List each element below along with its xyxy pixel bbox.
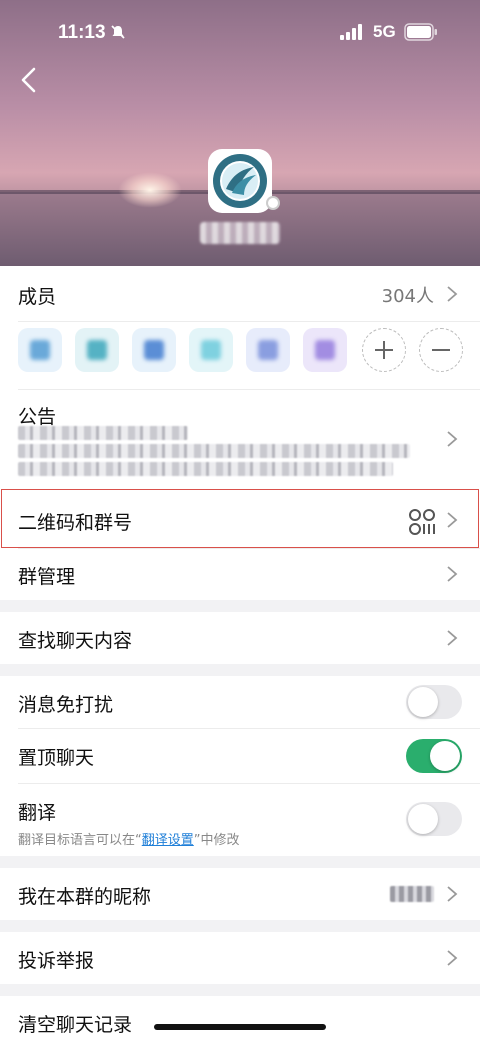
translate-note-suffix: ”中修改	[193, 833, 240, 848]
group-manage-row[interactable]: 群管理	[0, 549, 480, 600]
group-name-blurred	[200, 222, 280, 244]
nickname-section: 我在本群的昵称	[0, 868, 480, 920]
notice-text-blurred	[18, 426, 188, 440]
report-row[interactable]: 投诉举报	[0, 932, 480, 984]
back-icon[interactable]	[18, 66, 42, 94]
clear-history-label: 清空聊天记录	[18, 1014, 133, 1036]
chevron-right-icon	[447, 630, 458, 646]
toggle-knob	[408, 804, 438, 834]
group-header: 11:13 5G	[0, 0, 480, 266]
member-avatar[interactable]	[246, 328, 290, 372]
signal-icon	[340, 24, 362, 40]
divider	[18, 321, 480, 322]
pin-row: 置顶聊天	[0, 729, 480, 783]
members-section: 成员 304人 公告	[0, 266, 480, 492]
notice-row[interactable]: 公告	[0, 390, 480, 490]
translate-settings-link[interactable]: 翻译设置	[142, 833, 194, 848]
school-logo-icon	[213, 154, 267, 208]
report-label: 投诉举报	[18, 950, 95, 972]
status-time: 11:13	[58, 22, 106, 43]
home-indicator	[154, 1024, 326, 1030]
translate-toggle[interactable]	[406, 802, 462, 836]
search-chat-row[interactable]: 查找聊天内容	[0, 612, 480, 664]
translate-note-prefix: 翻译目标语言可以在“	[18, 833, 142, 848]
members-label: 成员	[18, 286, 57, 308]
clear-history-row[interactable]: 清空聊天记录	[0, 996, 480, 1040]
group-manage-label: 群管理	[18, 566, 76, 588]
battery-icon	[404, 23, 437, 41]
nickname-label: 我在本群的昵称	[18, 886, 152, 908]
toggle-knob	[430, 741, 460, 771]
plus-icon	[375, 341, 393, 359]
member-avatar[interactable]	[18, 328, 62, 372]
settings-toggles-section: 消息免打扰 置顶聊天 翻译 翻译目标语言可以在“翻译设置”中修改	[0, 676, 480, 856]
add-member-button[interactable]	[362, 328, 406, 372]
nickname-row[interactable]: 我在本群的昵称	[0, 868, 480, 920]
translate-row: 翻译 翻译目标语言可以在“翻译设置”中修改	[0, 784, 480, 856]
search-section: 查找聊天内容	[0, 612, 480, 664]
translate-note: 翻译目标语言可以在“翻译设置”中修改	[18, 829, 240, 848]
toggle-knob	[408, 687, 438, 717]
chevron-right-icon	[447, 431, 458, 447]
notice-label: 公告	[18, 406, 57, 428]
pin-label: 置顶聊天	[18, 747, 95, 769]
nickname-value-blurred	[390, 886, 434, 902]
notice-text-blurred	[18, 444, 410, 458]
header-sun	[118, 172, 182, 208]
minus-icon	[432, 349, 450, 351]
chevron-right-icon	[447, 286, 458, 302]
member-avatar[interactable]	[189, 328, 233, 372]
chevron-right-icon	[447, 950, 458, 966]
group-avatar[interactable]	[208, 149, 272, 213]
mute-row: 消息免打扰	[0, 676, 480, 728]
report-section: 投诉举报	[0, 932, 480, 984]
mute-toggle[interactable]	[406, 685, 462, 719]
search-chat-label: 查找聊天内容	[18, 630, 133, 652]
member-avatar[interactable]	[75, 328, 119, 372]
qr-highlight-box	[1, 489, 479, 548]
pin-toggle[interactable]	[406, 739, 462, 773]
status-bar: 11:13 5G	[0, 0, 480, 64]
change-avatar-icon[interactable]	[266, 196, 280, 210]
mute-label: 消息免打扰	[18, 694, 114, 716]
translate-label: 翻译	[18, 802, 57, 824]
network-type: 5G	[373, 22, 396, 41]
notice-text-blurred	[18, 462, 393, 476]
member-avatar[interactable]	[132, 328, 176, 372]
remove-member-button[interactable]	[419, 328, 463, 372]
chevron-right-icon	[447, 566, 458, 582]
members-row[interactable]: 成员 304人	[0, 266, 480, 322]
clear-section: 清空聊天记录	[0, 996, 480, 1040]
member-avatar[interactable]	[303, 328, 347, 372]
members-count: 304人	[381, 286, 434, 307]
chevron-right-icon	[447, 886, 458, 902]
bell-slash-icon	[111, 25, 125, 39]
